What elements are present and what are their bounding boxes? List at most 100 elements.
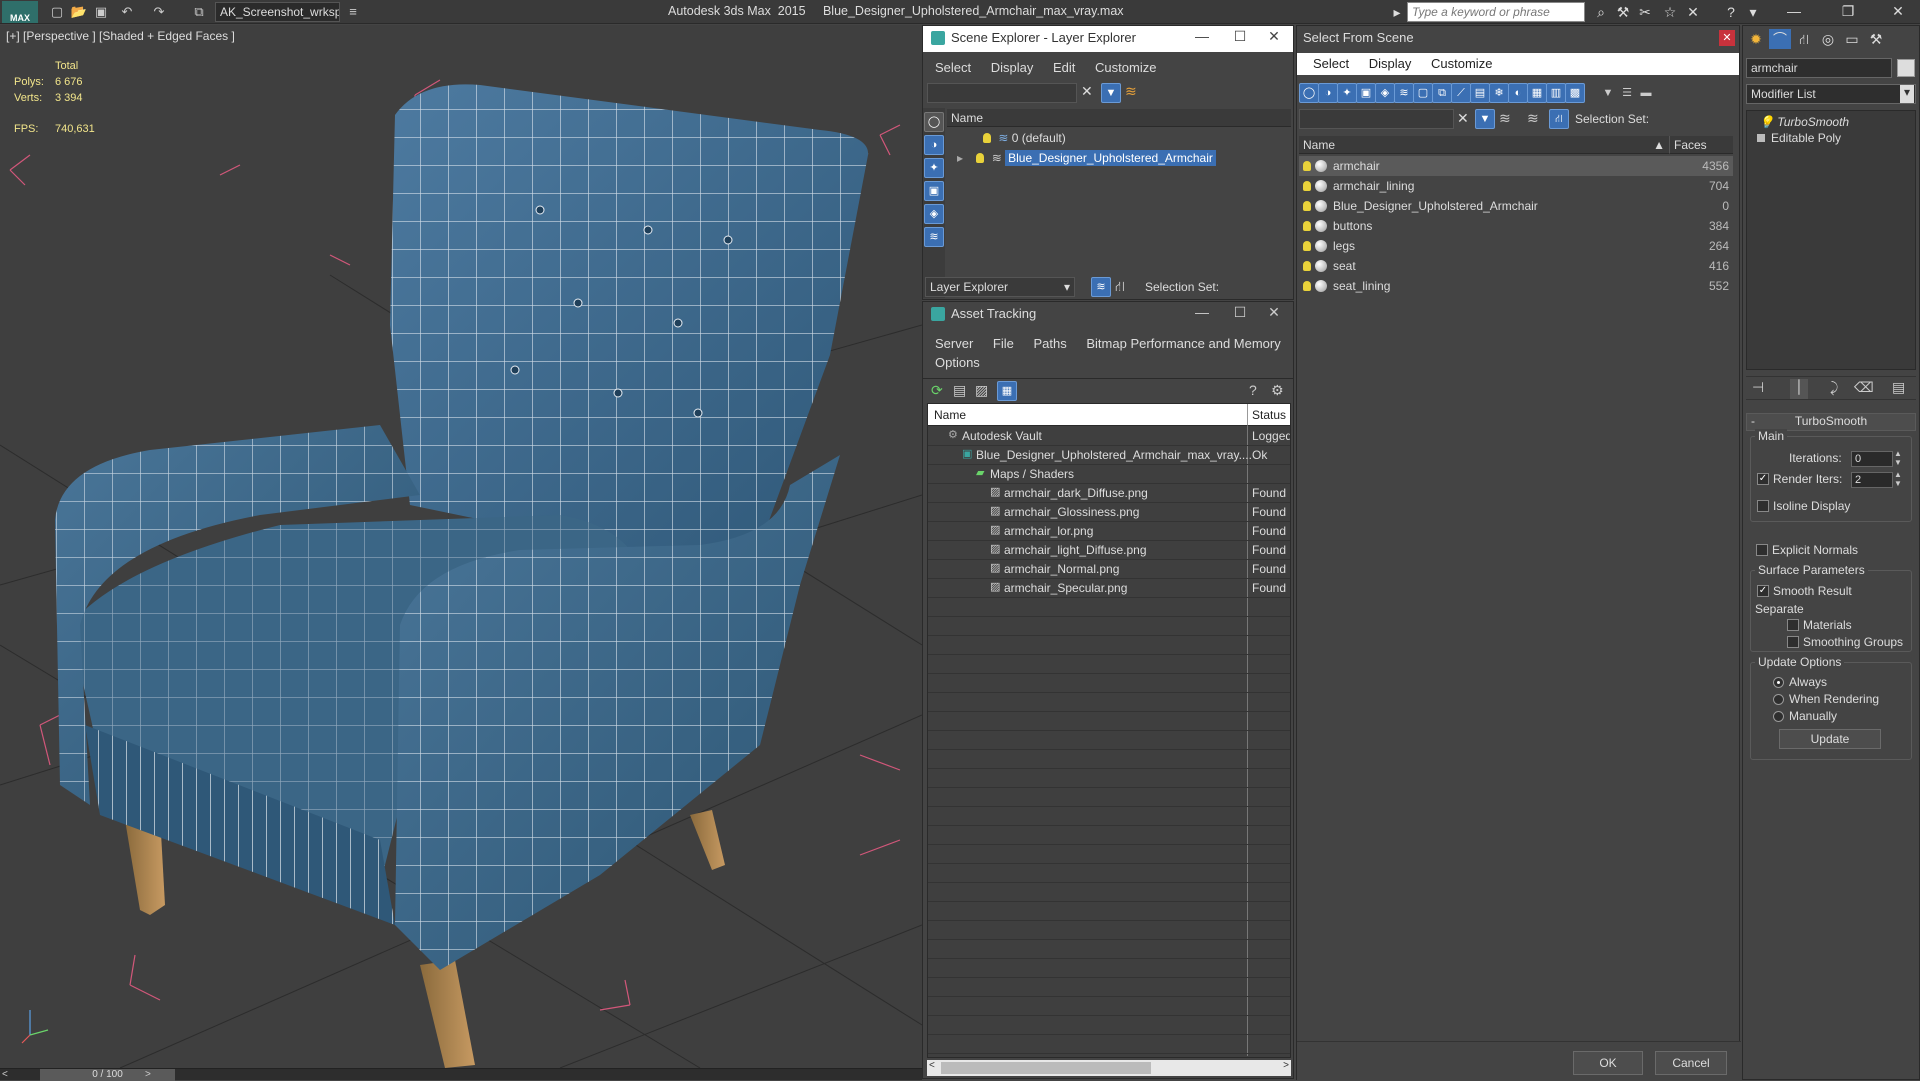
update-when-rendering-radio[interactable]: [1773, 694, 1784, 705]
at-grid-view-icon[interactable]: ▦: [997, 381, 1017, 401]
materials-checkbox[interactable]: [1787, 619, 1799, 631]
se-clear-search-icon[interactable]: ✕: [1081, 83, 1093, 100]
sfs-hierarchy-icon[interactable]: ≋: [1527, 110, 1539, 127]
at-minimize-button[interactable]: —: [1189, 304, 1215, 320]
asset-row[interactable]: ▨ armchair_Normal.png Found: [928, 560, 1290, 579]
display-hidden-icon[interactable]: ◐: [1508, 83, 1528, 103]
close-window-button[interactable]: ✕: [1880, 0, 1916, 24]
remove-modifier-icon[interactable]: ⌫: [1854, 379, 1874, 396]
se-layer-row[interactable]: ≋ 0 (default): [947, 129, 1291, 149]
cmd-utilities-tab-icon[interactable]: ⚒: [1865, 29, 1887, 49]
workspace-menu-icon[interactable]: ≡: [344, 3, 362, 21]
asset-row[interactable]: ▨ armchair_Glossiness.png Found: [928, 503, 1290, 522]
help-dropdown-icon[interactable]: ▾: [1744, 3, 1762, 21]
sfs-menu-display[interactable]: Display: [1361, 53, 1420, 74]
update-button[interactable]: Update: [1779, 729, 1881, 749]
sfs-titlebar[interactable]: Select From Scene ✕: [1297, 26, 1739, 52]
scene-object-row[interactable]: Blue_Designer_Upholstered_Armchair 0: [1299, 196, 1733, 216]
collapse-all-icon[interactable]: ▬: [1636, 83, 1656, 103]
timeline-prev-icon[interactable]: <: [2, 1069, 8, 1080]
se-display-lights-icon[interactable]: ✦: [924, 158, 944, 178]
se-search-field[interactable]: [927, 83, 1077, 103]
object-visibility-bulb-icon[interactable]: [1303, 201, 1311, 211]
update-always-radio[interactable]: [1773, 677, 1784, 688]
se-maximize-button[interactable]: ☐: [1227, 28, 1253, 45]
at-horizontal-scrollbar[interactable]: < >: [927, 1060, 1291, 1076]
smooth-result-checkbox[interactable]: ✓: [1757, 585, 1769, 597]
scene-object-row[interactable]: seat_lining 552: [1299, 276, 1733, 296]
workspace-dropdown[interactable]: AK_Screenshot_wrksp ▾: [215, 2, 340, 22]
display-geometry-icon[interactable]: ◯: [1299, 83, 1319, 103]
cancel-button[interactable]: Cancel: [1655, 1051, 1727, 1075]
at-close-button[interactable]: ✕: [1261, 304, 1287, 321]
cmd-motion-tab-icon[interactable]: ◎: [1817, 29, 1839, 49]
iterations-spinner-arrows[interactable]: ▲ ▼: [1894, 449, 1902, 467]
smoothing-groups-checkbox[interactable]: [1787, 636, 1799, 648]
app-logo-icon[interactable]: MAX: [2, 1, 38, 23]
scene-object-row[interactable]: armchair 4356: [1299, 156, 1733, 176]
communication-icon[interactable]: ✂: [1636, 3, 1654, 21]
search-arrow-icon[interactable]: ▸: [1388, 3, 1406, 21]
favorites-star-icon[interactable]: ☆: [1661, 3, 1679, 21]
redo-icon[interactable]: ↷: [150, 3, 168, 21]
cmd-hierarchy-tab-icon[interactable]: ⛙: [1793, 29, 1815, 49]
minimize-button[interactable]: —: [1776, 0, 1812, 24]
sfs-menu-customize[interactable]: Customize: [1423, 53, 1500, 74]
display-helpers-icon[interactable]: ◈: [1375, 83, 1395, 103]
object-color-swatch[interactable]: [1897, 59, 1915, 77]
modifier-list-dropdown[interactable]: Modifier List ▾: [1746, 84, 1916, 104]
asset-row[interactable]: ▨ armchair_Specular.png Found: [928, 579, 1290, 598]
undo-icon[interactable]: ↶: [118, 3, 136, 21]
show-end-result-icon[interactable]: ⏐: [1790, 379, 1808, 399]
open-file-icon[interactable]: 📂: [70, 3, 88, 21]
se-explorer-dropdown[interactable]: Layer Explorer ▾: [925, 277, 1075, 297]
make-unique-icon[interactable]: ⤸: [1830, 379, 1838, 396]
configure-modifier-sets-icon[interactable]: ▤: [1892, 379, 1905, 396]
display-cameras-icon[interactable]: ▣: [1356, 83, 1376, 103]
display-all-icon[interactable]: ▦: [1527, 83, 1547, 103]
object-visibility-bulb-icon[interactable]: [1303, 241, 1311, 251]
asset-tracking-titlebar[interactable]: Asset Tracking — ☐ ✕: [923, 302, 1293, 328]
asset-row[interactable]: ▨ armchair_light_Diffuse.png Found: [928, 541, 1290, 560]
se-filter-icon[interactable]: ▼: [1101, 83, 1121, 103]
at-help-icon[interactable]: ?: [1249, 382, 1257, 398]
se-menu-customize[interactable]: Customize: [1087, 56, 1164, 79]
display-spacewarps-icon[interactable]: ≋: [1394, 83, 1414, 103]
display-lights-icon[interactable]: ✦: [1337, 83, 1357, 103]
cmd-modify-tab-icon[interactable]: ⌒: [1769, 29, 1791, 49]
at-maximize-button[interactable]: ☐: [1227, 304, 1253, 321]
object-visibility-bulb-icon[interactable]: [1303, 221, 1311, 231]
keyword-search-input[interactable]: Type a keyword or phrase: [1407, 2, 1585, 22]
sfs-search-field[interactable]: [1299, 109, 1454, 129]
se-menu-display[interactable]: Display: [983, 56, 1042, 79]
se-minimize-button[interactable]: —: [1189, 28, 1215, 44]
filter-options-icon[interactable]: ▼: [1598, 83, 1618, 103]
sfs-column-faces[interactable]: Faces: [1669, 136, 1733, 154]
render-iters-spinner-arrows[interactable]: ▲ ▼: [1894, 470, 1902, 488]
se-display-helpers-icon[interactable]: ◈: [924, 204, 944, 224]
time-slider[interactable]: 0 / 100: [40, 1069, 175, 1081]
cmd-create-tab-icon[interactable]: ✹: [1745, 29, 1767, 49]
at-column-name[interactable]: Name: [928, 404, 1248, 426]
asset-row[interactable]: ▣ Blue_Designer_Upholstered_Armchair_max_…: [928, 446, 1290, 465]
timeline-next-icon[interactable]: >: [145, 1069, 151, 1080]
layer-visibility-bulb-icon[interactable]: [976, 153, 985, 163]
asset-row[interactable]: ▰ Maps / Shaders: [928, 465, 1290, 484]
se-hierarchy-icon[interactable]: ⛙: [1115, 278, 1125, 297]
at-column-status[interactable]: Status: [1248, 404, 1290, 426]
stack-item-turbosmooth[interactable]: 💡 TurboSmooth: [1759, 115, 1849, 129]
object-visibility-bulb-icon[interactable]: [1303, 181, 1311, 191]
time-slider-bar[interactable]: < 0 / 100 >: [0, 1068, 922, 1081]
display-containers-icon[interactable]: ▤: [1470, 83, 1490, 103]
at-settings-icon[interactable]: ⚙: [1271, 382, 1284, 399]
save-file-icon[interactable]: ▣: [92, 3, 110, 21]
scene-object-row[interactable]: buttons 384: [1299, 216, 1733, 236]
column-chooser-icon[interactable]: ☰: [1617, 83, 1637, 103]
se-menu-edit[interactable]: Edit: [1045, 56, 1083, 79]
object-visibility-bulb-icon[interactable]: [1303, 161, 1311, 171]
asset-row[interactable]: ▨ armchair_lor.png Found: [928, 522, 1290, 541]
restore-button[interactable]: ❐: [1830, 0, 1866, 24]
help-icon[interactable]: ?: [1722, 3, 1740, 21]
display-shapes-icon[interactable]: ◑: [1318, 83, 1338, 103]
update-manually-radio[interactable]: [1773, 711, 1784, 722]
